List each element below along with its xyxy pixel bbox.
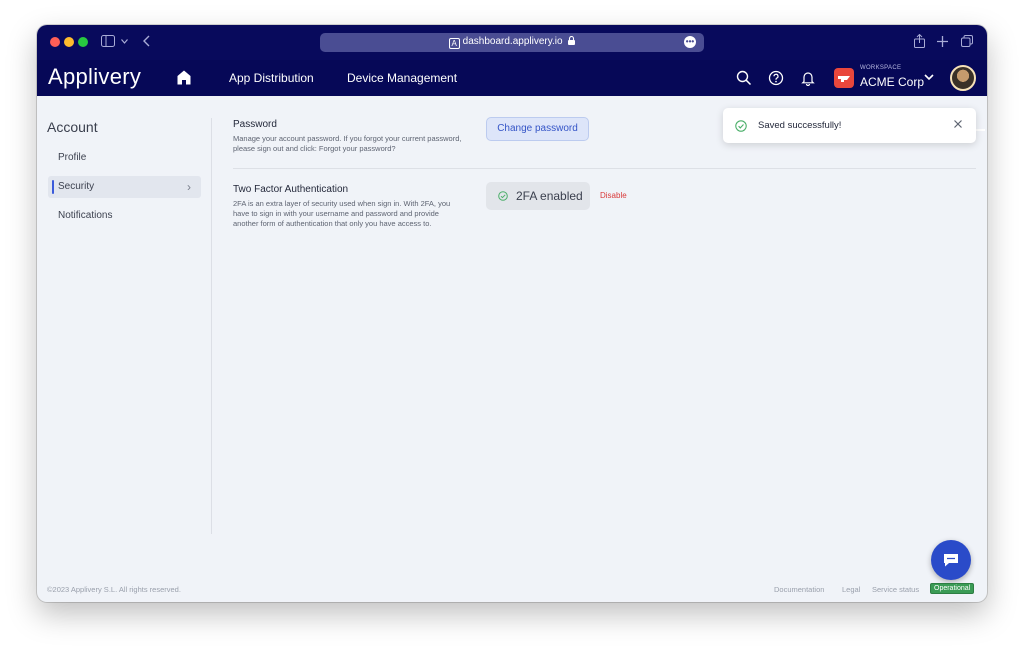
nav-app-distribution[interactable]: App Distribution	[229, 71, 314, 85]
password-description: Manage your account password. If you for…	[233, 134, 462, 153]
sidebar-item-profile[interactable]: Profile	[48, 147, 201, 169]
close-icon[interactable]	[952, 118, 964, 130]
success-toast: Saved successfully!	[723, 108, 976, 143]
lock-icon	[568, 35, 576, 45]
change-password-button[interactable]: Change password	[486, 117, 589, 141]
avatar[interactable]	[950, 65, 976, 91]
sidebar-item-security[interactable]: Security ›	[48, 176, 201, 198]
browser-toolbar: Adashboard.applivery.io •••	[37, 25, 987, 60]
minimize-window-button[interactable]	[64, 37, 74, 47]
workspace-label: WORKSPACE	[860, 65, 902, 71]
browser-window: Adashboard.applivery.io ••• Applivery Ap…	[37, 25, 987, 602]
status-badge: Operational	[930, 583, 975, 594]
twofa-status-badge: 2FA enabled	[486, 182, 590, 210]
share-icon[interactable]	[914, 34, 925, 48]
workspace-chevron-down-icon[interactable]	[923, 71, 935, 83]
address-bar[interactable]: Adashboard.applivery.io •••	[320, 33, 704, 52]
chevron-right-icon: ›	[187, 180, 191, 194]
sidebar-item-label: Notifications	[58, 210, 113, 221]
twofa-status-text: 2FA enabled	[516, 189, 583, 203]
sidebar-title: Account	[47, 119, 98, 135]
disable-2fa-link[interactable]: Disable	[600, 191, 627, 200]
toast-message: Saved successfully!	[758, 120, 842, 131]
twofa-title: Two Factor Authentication	[233, 184, 349, 195]
sidebar-item-label: Profile	[58, 152, 87, 163]
nav-device-management[interactable]: Device Management	[347, 71, 457, 85]
footer-service-status-link[interactable]: Service status	[872, 585, 919, 594]
search-icon[interactable]	[736, 70, 752, 86]
maximize-window-button[interactable]	[78, 37, 88, 47]
app-nav-bar: Applivery App Distribution Device Manage…	[37, 60, 987, 131]
sidebar-divider	[211, 118, 212, 534]
footer-legal-link[interactable]: Legal	[842, 585, 860, 594]
check-circle-icon	[735, 120, 747, 132]
chevron-down-icon[interactable]	[121, 39, 128, 44]
home-icon[interactable]	[177, 70, 191, 85]
back-icon[interactable]	[143, 35, 150, 47]
twofa-description: 2FA is an extra layer of security used w…	[233, 199, 451, 228]
chat-button[interactable]	[931, 540, 971, 580]
workspace-logo-icon[interactable]	[834, 68, 854, 88]
sidebar-item-notifications[interactable]: Notifications	[48, 205, 201, 227]
sidebar-item-label: Security	[58, 181, 95, 192]
password-title: Password	[233, 119, 277, 130]
check-circle-icon	[498, 191, 508, 201]
url-text: dashboard.applivery.io	[462, 36, 563, 47]
footer-documentation-link[interactable]: Documentation	[774, 585, 824, 594]
more-icon[interactable]: •••	[684, 36, 696, 48]
chat-icon	[944, 554, 958, 567]
tabs-icon[interactable]	[961, 35, 973, 47]
bell-icon[interactable]	[800, 70, 816, 86]
help-icon[interactable]	[768, 70, 784, 86]
workspace-name[interactable]: ACME Corp	[860, 75, 924, 89]
new-tab-icon[interactable]	[937, 36, 948, 47]
sidebar-toggle-icon[interactable]	[101, 35, 115, 47]
section-divider	[233, 168, 976, 169]
site-icon: A	[448, 38, 460, 49]
copyright-text: ©2023 Applivery S.L. All rights reserved…	[47, 585, 181, 594]
applivery-logo[interactable]: Applivery	[48, 64, 141, 90]
close-window-button[interactable]	[50, 37, 60, 47]
